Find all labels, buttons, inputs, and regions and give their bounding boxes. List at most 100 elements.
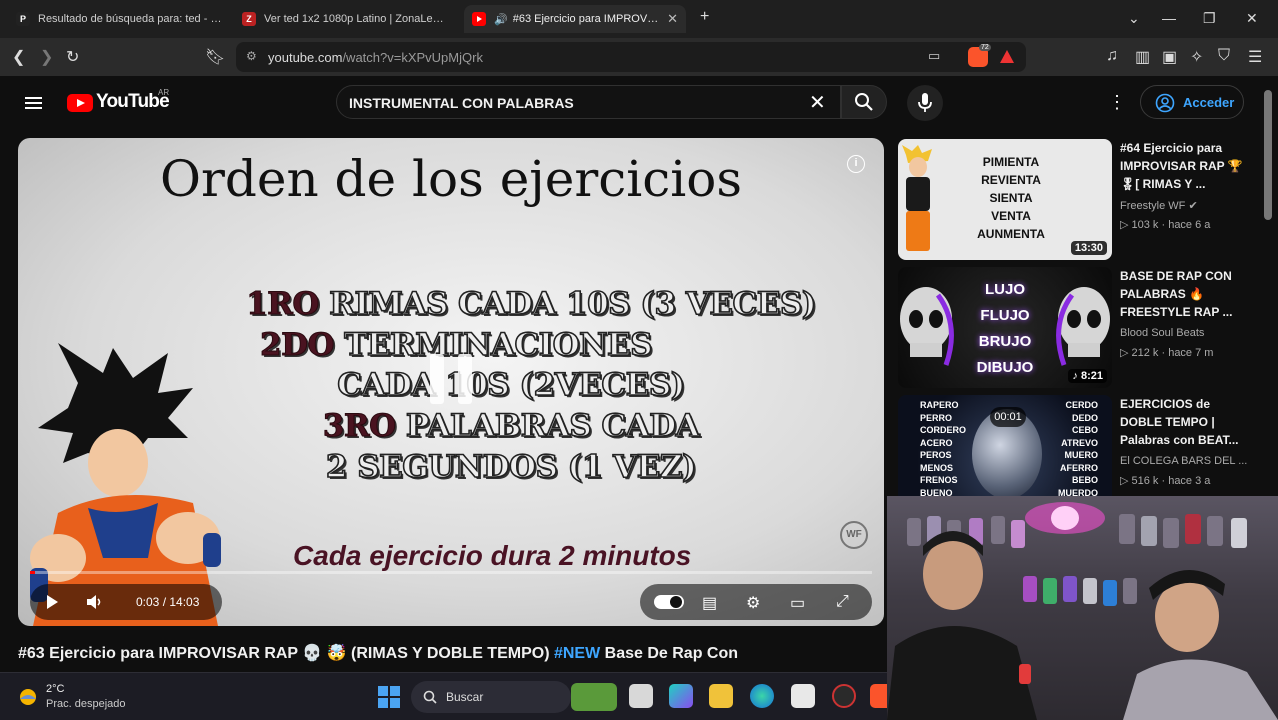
close-tab-icon[interactable]: ✕ <box>667 11 678 27</box>
account-icon <box>1155 93 1175 113</box>
close-window-icon[interactable]: ✕ <box>1246 10 1258 27</box>
page-scrollbar[interactable] <box>1264 90 1272 220</box>
current-time: 0:03 <box>136 595 160 609</box>
fullscreen-icon[interactable]: ⤢ <box>836 593 849 611</box>
youtube-logo-icon[interactable] <box>67 94 93 112</box>
thumb-word: PIMIENTA <box>982 155 1040 169</box>
search-highlight-icon[interactable] <box>571 683 617 711</box>
video-thumbnail[interactable]: LUJO FLUJO BRUJO DIBUJO ♪ 8:21 <box>898 267 1112 388</box>
channel-name[interactable]: El COLEGA BARS DEL ... <box>1120 455 1247 467</box>
brave-rewards-icon[interactable] <box>1000 50 1014 63</box>
edge-icon[interactable] <box>750 684 774 708</box>
channel-name[interactable]: Freestyle WF ✔ <box>1120 199 1198 212</box>
thumb-word: BRUJO <box>978 333 1032 350</box>
sidebar-icon[interactable]: ▥ <box>1135 47 1150 67</box>
recommended-title[interactable]: #64 Ejercicio para IMPROVISAR RAP 🏆🎖[ RI… <box>1120 139 1245 193</box>
tab-search-results[interactable]: P Resultado de búsqueda para: ted - Pe <box>8 5 230 33</box>
clear-search-icon[interactable]: ✕ <box>809 90 826 115</box>
brave-browser-icon[interactable] <box>870 684 887 708</box>
player-controls-right: ▤ ⚙ ▭ ⤢ <box>640 584 872 620</box>
naruto-character-image <box>902 145 932 251</box>
more-options-icon[interactable]: ⋮ <box>1108 92 1126 113</box>
sign-in-button[interactable]: Acceder <box>1140 85 1244 119</box>
forward-icon[interactable]: ❯ <box>40 47 53 67</box>
restore-icon[interactable]: ❐ <box>1203 10 1216 27</box>
weather-temperature: 2°C <box>46 683 65 695</box>
address-bar[interactable]: ⚙︎ youtube.com/watch?v=kXPvUpMjQrk ▭ 72 <box>236 42 1026 72</box>
bookmark-icon[interactable]: 🔖︎ <box>205 47 225 67</box>
site-info-icon[interactable]: ⚙︎ <box>246 49 257 63</box>
thumbnail-word-list-right: CERDO DEDO CEBO ATREVO MUERO AFERRO BEBO… <box>1048 399 1098 499</box>
thumb-word: AUNMENTA <box>977 227 1045 241</box>
subtitles-icon[interactable]: ▤ <box>702 593 717 613</box>
thumb-word: PEROS <box>920 450 952 460</box>
windows-start-icon[interactable] <box>378 686 400 708</box>
search-input[interactable]: INSTRUMENTAL CON PALABRAS ✕ <box>336 85 841 119</box>
video-player[interactable]: Orden de los ejercicios 1RO RIMAS CADA 1… <box>18 138 884 626</box>
voice-search-button[interactable] <box>907 85 943 121</box>
settings-gear-icon[interactable]: ⚙ <box>746 593 760 613</box>
copilot-icon[interactable] <box>669 684 693 708</box>
autoplay-toggle[interactable] <box>654 595 684 609</box>
tab-favicon: P <box>16 12 30 26</box>
brave-shields-icon[interactable]: 72 <box>968 44 991 67</box>
recommended-video[interactable]: PIMIENTA REVIENTA SIENTA VENTA AUNMENTA … <box>898 139 1258 261</box>
speaker-icon[interactable]: 🔊 <box>494 13 508 26</box>
progress-bar[interactable] <box>30 571 872 574</box>
tab-youtube-video[interactable]: 🔊 #63 Ejercicio para IMPROVISAR RAP ✕ <box>464 5 686 33</box>
rule-number: 1RO <box>246 286 320 323</box>
theater-mode-icon[interactable]: ▭ <box>790 593 805 613</box>
rule-text: CADA 10S (2VECES) <box>336 366 686 404</box>
hamburger-menu-icon[interactable] <box>25 94 42 112</box>
back-icon[interactable]: ❮ <box>12 47 25 67</box>
leo-ai-icon[interactable]: ✧ <box>1190 47 1203 67</box>
reload-icon[interactable]: ↻ <box>66 47 79 67</box>
cast-icon[interactable]: ▭ <box>928 48 940 64</box>
recommended-video[interactable]: LUJO FLUJO BRUJO DIBUJO ♪ 8:21 BASE DE R… <box>898 267 1258 389</box>
browser-menu-icon[interactable]: ☰ <box>1248 47 1262 67</box>
minimize-icon[interactable]: — <box>1162 10 1176 26</box>
total-time: 14:03 <box>169 595 200 609</box>
weather-description: Prac. despejado <box>46 698 126 710</box>
rule-line-1: 1RO RIMAS CADA 10S (3 VECES) <box>98 285 884 323</box>
thumb-word: CORDERO <box>920 425 967 435</box>
views-icon: ▷ <box>1120 219 1132 231</box>
tab-zonaleros[interactable]: Z Ver ted 1x2 1080p Latino | ZonaLeRos <box>234 5 458 33</box>
recommended-title[interactable]: BASE DE RAP CON PALABRAS 🔥 FREESTYLE RAP… <box>1120 267 1245 321</box>
chevron-down-icon[interactable]: ⌄ <box>1128 10 1140 27</box>
thumb-word: DIBUJO <box>976 359 1034 376</box>
file-explorer-icon[interactable] <box>709 684 733 708</box>
microsoft-store-icon[interactable] <box>791 684 815 708</box>
hashtag-link[interactable]: #NEW <box>554 645 600 662</box>
thumb-word: FRENOS <box>920 475 958 485</box>
volume-icon[interactable] <box>86 594 104 610</box>
youtube-header: YouTube AR INSTRUMENTAL CON PALABRAS ✕ ⋮… <box>0 76 1278 128</box>
views-icon: ▷ <box>1120 347 1132 359</box>
thumb-word: FLUJO <box>980 307 1030 324</box>
thumb-word: SIENTA <box>989 191 1033 205</box>
recommended-title[interactable]: EJERCICIOS de DOBLE TEMPO | Palabras con… <box>1120 395 1245 449</box>
thumb-word: ACERO <box>920 437 953 448</box>
thumb-word: CERDO <box>1065 400 1098 410</box>
weather-icon[interactable] <box>16 685 40 709</box>
new-tab-icon[interactable]: + <box>700 8 709 26</box>
video-thumbnail[interactable]: PIMIENTA REVIENTA SIENTA VENTA AUNMENTA … <box>898 139 1112 260</box>
music-icon[interactable]: ♫ <box>1106 47 1118 65</box>
tab-label: #63 Ejercicio para IMPROVISAR RAP <box>512 13 659 25</box>
microphone-icon <box>918 93 932 112</box>
taskbar-search-box[interactable]: Buscar <box>411 681 617 713</box>
rule-number: 3RO <box>322 408 396 445</box>
webcam-overlay <box>887 496 1278 720</box>
info-icon[interactable]: i <box>847 155 865 173</box>
skull-image <box>1056 287 1110 366</box>
play-icon[interactable] <box>44 594 60 610</box>
task-view-icon[interactable] <box>629 684 653 708</box>
app-icon[interactable] <box>832 684 856 708</box>
thumb-word: MUERO <box>1064 450 1099 460</box>
watermark-logo: WF <box>840 521 868 549</box>
channel-name[interactable]: Blood Soul Beats <box>1120 327 1204 339</box>
rule-text: RIMAS CADA 10S (3 VECES) <box>328 285 817 323</box>
vpn-shield-icon[interactable]: ⛉ <box>1218 47 1230 65</box>
wallet-icon[interactable]: ▣ <box>1162 47 1177 67</box>
search-button[interactable] <box>841 85 887 119</box>
